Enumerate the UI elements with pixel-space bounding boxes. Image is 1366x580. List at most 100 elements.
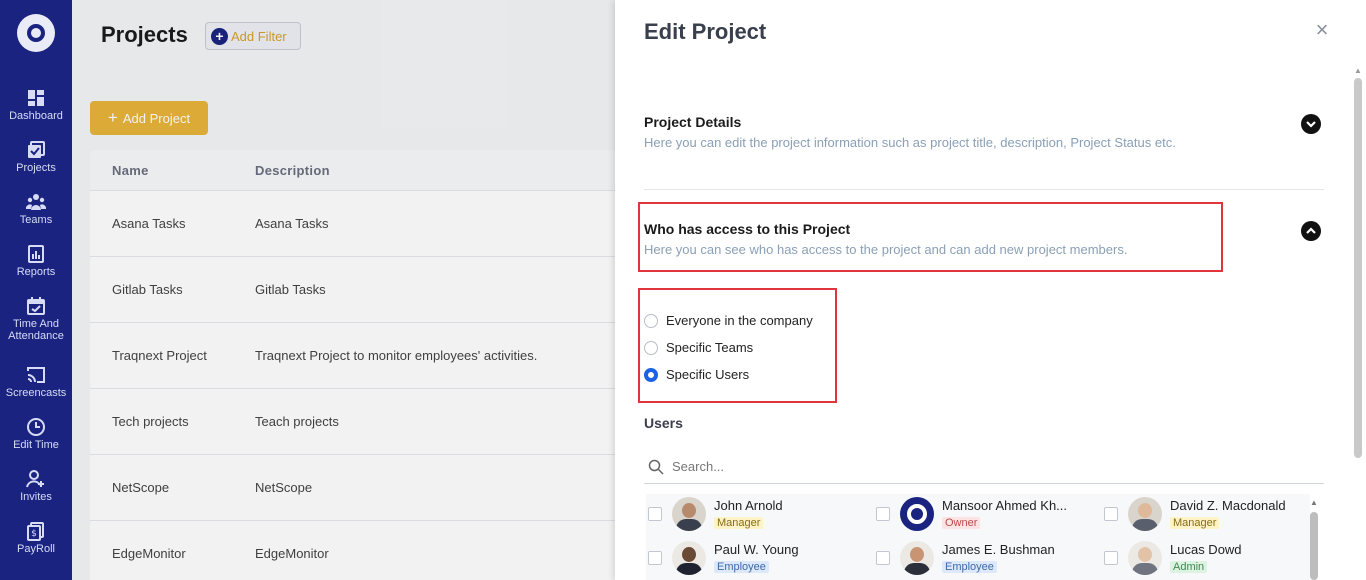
section-subtitle: Here you can edit the project informatio… — [644, 135, 1176, 150]
sidebar-item-time-and-attendance[interactable]: Time And Attendance — [0, 296, 72, 365]
sidebar-nav: Dashboard Projects Teams Reports Time An… — [0, 88, 72, 573]
add-project-button[interactable]: + Add Project — [90, 101, 208, 135]
scroll-up-arrow-icon[interactable]: ▲ — [1354, 66, 1362, 75]
edit-project-drawer: Edit Project × Project Details Here you … — [615, 0, 1366, 580]
teams-icon — [25, 192, 47, 212]
projects-table: Name Description Asana Tasks Asana Tasks… — [90, 150, 615, 580]
project-name: NetScope — [112, 480, 170, 495]
project-description: Traqnext Project to monitor employees' a… — [255, 348, 538, 363]
project-description: Teach projects — [255, 414, 339, 429]
add-filter-button[interactable]: + Add Filter — [205, 22, 301, 50]
user-name: Paul W. Young — [714, 541, 799, 557]
column-header-description[interactable]: Description — [255, 163, 615, 178]
app-logo[interactable] — [17, 14, 55, 52]
table-row[interactable]: EdgeMonitor EdgeMonitor — [90, 521, 615, 580]
sidebar-item-label: Teams — [19, 214, 53, 226]
project-name: Asana Tasks — [112, 216, 186, 231]
sidebar-item-label: Reports — [16, 266, 56, 278]
section-title: Project Details — [644, 114, 742, 130]
calendar-icon — [26, 296, 46, 316]
project-name: Traqnext Project — [112, 348, 207, 363]
page-title: Projects — [101, 22, 188, 47]
table-row[interactable]: Gitlab Tasks Gitlab Tasks — [90, 257, 615, 323]
sidebar-item-teams[interactable]: Teams — [0, 192, 72, 244]
sidebar-item-edit-time[interactable]: Edit Time — [0, 417, 72, 469]
user-name: James E. Bushman — [942, 541, 1055, 557]
sidebar-item-dashboard[interactable]: Dashboard — [0, 88, 72, 140]
project-description: EdgeMonitor — [255, 546, 329, 561]
user-checkbox[interactable] — [876, 507, 890, 521]
project-name: EdgeMonitor — [112, 546, 186, 561]
user-list-scrollbar[interactable] — [1310, 512, 1318, 580]
search-input[interactable] — [672, 459, 972, 474]
role-badge: Owner — [942, 516, 981, 529]
sidebar-item-label: Edit Time — [13, 439, 59, 451]
user-checkbox[interactable] — [648, 551, 662, 565]
sidebar-item-label: Time And Attendance — [8, 318, 64, 342]
projects-icon — [26, 140, 46, 160]
chevron-up-icon[interactable] — [1301, 221, 1321, 241]
avatar — [672, 541, 706, 575]
table-row[interactable]: Asana Tasks Asana Tasks — [90, 191, 615, 257]
sidebar-item-payroll[interactable]: $ PayRoll — [0, 521, 72, 573]
project-details-section[interactable]: Project Details Here you can edit the pr… — [644, 114, 1324, 150]
column-header-name[interactable]: Name — [90, 163, 255, 178]
divider — [644, 189, 1324, 190]
user-item[interactable]: John Arnold Manager — [648, 497, 783, 531]
user-item[interactable]: Paul W. Young Employee — [648, 541, 799, 575]
user-item[interactable]: Lucas Dowd Admin — [1104, 541, 1242, 575]
user-checkbox[interactable] — [1104, 551, 1118, 565]
sidebar-item-reports[interactable]: Reports — [0, 244, 72, 296]
radio-label: Everyone in the company — [666, 313, 813, 328]
user-name: John Arnold — [714, 497, 783, 513]
user-checkbox[interactable] — [648, 507, 662, 521]
radio-button[interactable] — [644, 340, 658, 355]
plus-icon: + — [211, 27, 228, 45]
scroll-up-arrow-icon[interactable]: ▲ — [1310, 498, 1318, 507]
access-section[interactable]: Who has access to this Project Here you … — [644, 221, 1324, 257]
access-option-specific-users[interactable]: Specific Users — [644, 367, 749, 382]
user-search — [644, 450, 1324, 484]
sidebar-item-label: Projects — [16, 162, 56, 174]
radio-label: Specific Teams — [666, 340, 754, 355]
user-name: David Z. Macdonald — [1170, 497, 1286, 513]
access-option-specific-teams[interactable]: Specific Teams — [644, 340, 753, 355]
svg-text:$: $ — [31, 529, 37, 539]
access-option-everyone[interactable]: Everyone in the company — [644, 313, 813, 328]
user-checkbox[interactable] — [876, 551, 890, 565]
user-checkbox[interactable] — [1104, 507, 1118, 521]
clock-icon — [26, 417, 46, 437]
chevron-down-icon[interactable] — [1301, 114, 1321, 134]
radio-button-selected[interactable] — [644, 367, 658, 382]
sidebar-item-invites[interactable]: Invites — [0, 469, 72, 521]
role-badge: Admin — [1170, 560, 1208, 573]
section-subtitle: Here you can see who has access to the p… — [644, 242, 1128, 257]
projects-page: Projects + Add Filter + Add Project Name… — [72, 0, 615, 580]
table-row[interactable]: Traqnext Project Traqnext Project to mon… — [90, 323, 615, 389]
sidebar-item-screencasts[interactable]: Screencasts — [0, 365, 72, 417]
radio-label: Specific Users — [666, 367, 750, 382]
close-icon[interactable]: × — [1312, 19, 1332, 41]
user-name: Lucas Dowd — [1170, 541, 1242, 557]
table-row[interactable]: Tech projects Teach projects — [90, 389, 615, 455]
user-item[interactable]: David Z. Macdonald Manager — [1104, 497, 1286, 531]
role-badge: Employee — [942, 560, 997, 573]
plus-icon: + — [107, 108, 118, 127]
sidebar-item-label: Screencasts — [5, 387, 67, 399]
invite-icon — [26, 469, 46, 489]
role-badge: Employee — [714, 560, 769, 573]
table-row[interactable]: NetScope NetScope — [90, 455, 615, 521]
reports-icon — [26, 244, 46, 264]
avatar — [672, 497, 706, 531]
user-item[interactable]: James E. Bushman Employee — [876, 541, 1055, 575]
project-description: NetScope — [255, 480, 313, 495]
sidebar-item-projects[interactable]: Projects — [0, 140, 72, 192]
project-name: Gitlab Tasks — [112, 282, 183, 297]
sidebar-item-label: Invites — [20, 491, 52, 503]
section-title: Who has access to this Project — [644, 221, 851, 237]
drawer-scrollbar[interactable] — [1354, 78, 1362, 458]
radio-button[interactable] — [644, 313, 658, 328]
table-header: Name Description — [90, 150, 615, 191]
user-list: John Arnold Manager Mansoor Ahmed Kh... … — [646, 494, 1310, 580]
user-item[interactable]: Mansoor Ahmed Kh... Owner — [876, 497, 1067, 531]
